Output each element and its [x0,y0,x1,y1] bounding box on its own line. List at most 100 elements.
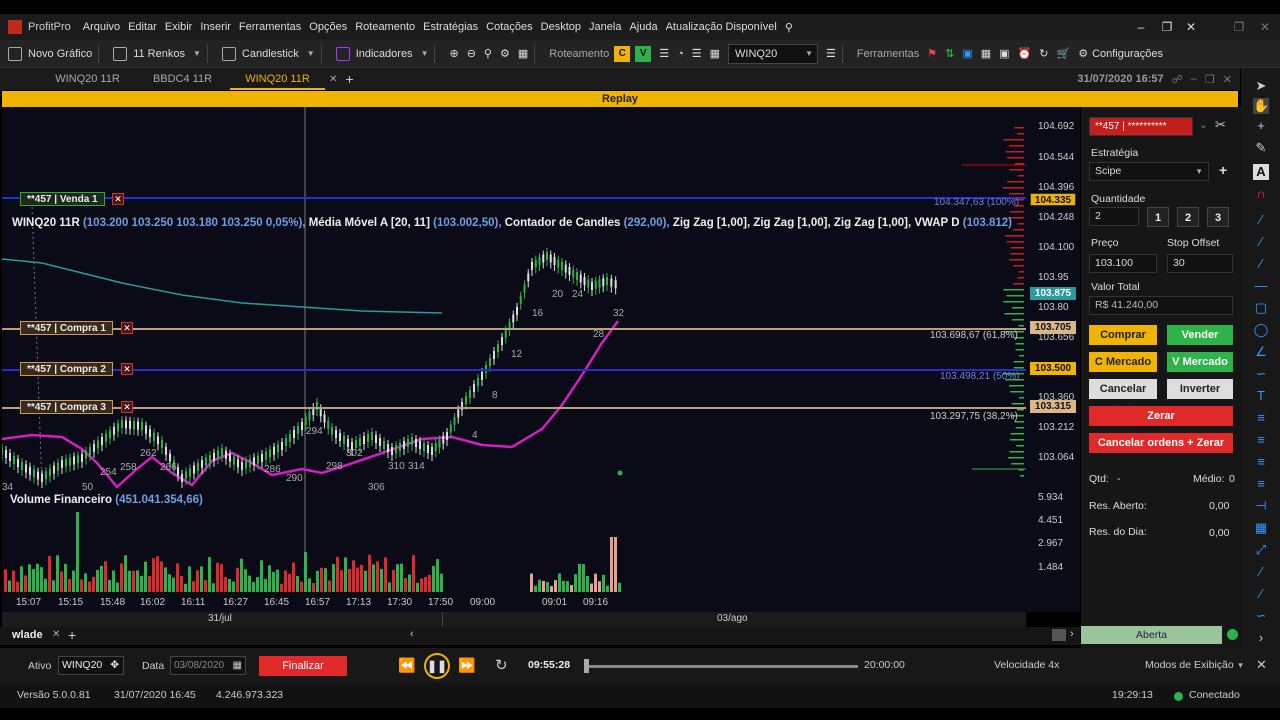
tab-winq20-active[interactable]: WINQ20 11R [230,68,325,90]
zoom-in-icon[interactable]: ⊕ [449,47,458,60]
player-close-icon[interactable]: ✕ [1256,657,1267,673]
tab-window-close-icon[interactable]: ✕ [1223,73,1232,86]
gann-tool-icon[interactable]: ∕ [1253,586,1269,602]
hline-tool-icon[interactable]: — [1253,278,1269,294]
zero-position-button[interactable]: Zerar [1089,406,1233,426]
cancel-sell-order-button[interactable]: ✕ [112,193,124,205]
tab-bbdc4[interactable]: BBDC4 11R [135,73,230,85]
tab-winq20-1[interactable]: WINQ20 11R [40,73,135,85]
updown-icon[interactable]: ⇅ [945,47,954,60]
fibonacci-tool-icon[interactable]: ≡ [1253,410,1269,426]
tab-minimize-icon[interactable]: – [1191,73,1197,85]
strategy-select[interactable]: Scipe ▼ [1089,162,1209,181]
invert-button[interactable]: Inverter [1167,379,1233,399]
menu-janela[interactable]: Janela [589,21,621,33]
account-dropdown-icon[interactable]: ⌄ [1199,119,1208,131]
indicators-dropdown[interactable]: Indicadores ▼ [335,46,428,61]
zoom-out-icon[interactable]: ⊖ [467,47,476,60]
menu-roteamento[interactable]: Roteamento [355,21,415,33]
buy-order-line-1[interactable] [2,328,1026,330]
candlestick-dropdown[interactable]: Candlestick ▼ [221,46,315,61]
buy-order-tag-2[interactable]: **457 | Compra 2 [20,362,113,376]
fast-forward-icon[interactable]: ⏩ [458,657,475,674]
cursor-icon[interactable]: ➤ [1253,78,1269,94]
scroll-right-icon[interactable]: › [1070,628,1074,640]
price-axis[interactable]: 104.692 104.544 104.396 104.248 104.100 … [1026,107,1080,612]
angle-tool-icon[interactable]: ∠ [1253,344,1269,360]
replay-speed-icon[interactable]: ↻ [495,656,508,674]
grid-icon[interactable]: ▦ [518,47,528,60]
fib-time-tool-icon[interactable]: ≡ [1253,454,1269,470]
pencil-icon[interactable]: ✎ [1253,140,1269,156]
close-icon[interactable]: ✕ [1180,14,1202,40]
channel-tool-icon[interactable]: ∕ [1253,256,1269,272]
fib-fan-tool-icon[interactable]: ≡ [1253,432,1269,448]
qty-preset-3-button[interactable]: 3 [1207,207,1229,227]
sell-mode-icon[interactable]: V [635,45,652,62]
measure-tool-icon[interactable]: ▦ [1253,520,1269,536]
buy-order-line-3[interactable] [2,407,1026,409]
pie-icon[interactable]: ◔ [677,48,684,60]
hand-icon[interactable]: ✋ [1253,98,1269,114]
menu-exibir[interactable]: Exibir [165,21,193,33]
add-strategy-icon[interactable]: + [1219,162,1227,178]
menu-desktop[interactable]: Desktop [541,21,581,33]
text-icon[interactable]: A [1253,164,1269,180]
list-icon[interactable]: ☰ [692,47,702,60]
line-tool-icon[interactable]: ∕ [1253,212,1269,228]
pitchfork-tool-icon[interactable]: ≡ [1253,476,1269,492]
scroll-left-icon[interactable]: ‹ [410,628,414,640]
window-restore-icon[interactable]: ❐ [1228,14,1250,40]
zoom-reset-icon[interactable]: ⚲ [484,47,492,60]
menu-list-icon[interactable]: ☰ [826,47,836,60]
buy-market-button[interactable]: C Mercado [1089,352,1157,372]
scrollbar-thumb[interactable] [1052,629,1066,641]
tab-restore-icon[interactable]: ❐ [1205,73,1215,86]
minimize-icon[interactable]: – [1130,14,1152,40]
stop-offset-input[interactable]: 30 [1167,254,1233,273]
zoom-tool-icon[interactable]: ⤢ [1253,542,1269,558]
trend-tool-icon[interactable]: ∕ [1253,564,1269,580]
price-chart[interactable]: WINQ20 11R (103.200 103.250 103.180 103.… [2,107,1026,612]
buy-order-tag-3[interactable]: **457 | Compra 3 [20,400,113,414]
workspace-tab[interactable]: wlade [12,629,43,641]
arc-tool-icon[interactable]: ∽ [1253,608,1269,624]
magnet-icon[interactable]: ∩ [1253,186,1269,202]
menu-opcoes[interactable]: Opções [309,21,347,33]
curve-tool-icon[interactable]: ∽ [1253,366,1269,382]
workspace-tab-close-icon[interactable]: ✕ [52,629,60,640]
menu-editar[interactable]: Editar [128,21,157,33]
cancel-buy-order-2-button[interactable]: ✕ [121,363,133,375]
sell-order-tag[interactable]: **457 | Venda 1 [20,192,105,206]
sell-order-line[interactable] [2,197,1026,199]
cancel-buy-order-1-button[interactable]: ✕ [121,322,133,334]
account-select[interactable]: **457 | ********** [1089,117,1193,136]
settings-button[interactable]: ⚙ Configurações [1078,47,1163,61]
menu-ajuda[interactable]: Ajuda [629,21,657,33]
pause-icon[interactable]: ❚❚ [424,653,450,679]
symbol-select[interactable]: WINQ20 ▼ [728,43,819,64]
price-input[interactable]: 103.100 [1089,254,1157,273]
asset-input[interactable]: WINQ20 ✥ [58,656,124,675]
ray-tool-icon[interactable]: ∕ [1253,234,1269,250]
cancel-orders-button[interactable]: Cancelar Ord. [1089,379,1157,415]
tab-link-icon[interactable]: ☍ [1172,73,1183,86]
crosshair-icon[interactable]: + [1253,118,1269,134]
ellipse-tool-icon[interactable]: ◯ [1253,322,1269,338]
menu-estrategias[interactable]: Estratégias [423,21,478,33]
cancel-and-zero-button[interactable]: Cancelar ordens + Zerar [1089,433,1233,453]
menu-arquivo[interactable]: Arquivo [83,21,120,33]
rewind-icon[interactable]: ⏪ [398,657,415,674]
add-tab-icon[interactable]: + [345,71,353,87]
scissors-icon[interactable]: ✂ [1215,117,1226,133]
finalize-button[interactable]: Finalizar [259,656,347,676]
zoom-options-icon[interactable]: ⚙ [500,47,510,60]
rectangle-tool-icon[interactable]: ▢ [1253,300,1269,316]
sell-market-button[interactable]: V Mercado [1167,352,1233,372]
tab-close-icon[interactable]: ✕ [329,74,337,85]
menu-cotacoes[interactable]: Cotações [486,21,532,33]
cart-icon[interactable]: 🛒 [1056,47,1070,60]
replay-icon[interactable]: ↻ [1039,47,1048,60]
square-icon[interactable]: ▣ [999,47,1009,60]
text-tool-icon[interactable]: T [1253,388,1269,404]
